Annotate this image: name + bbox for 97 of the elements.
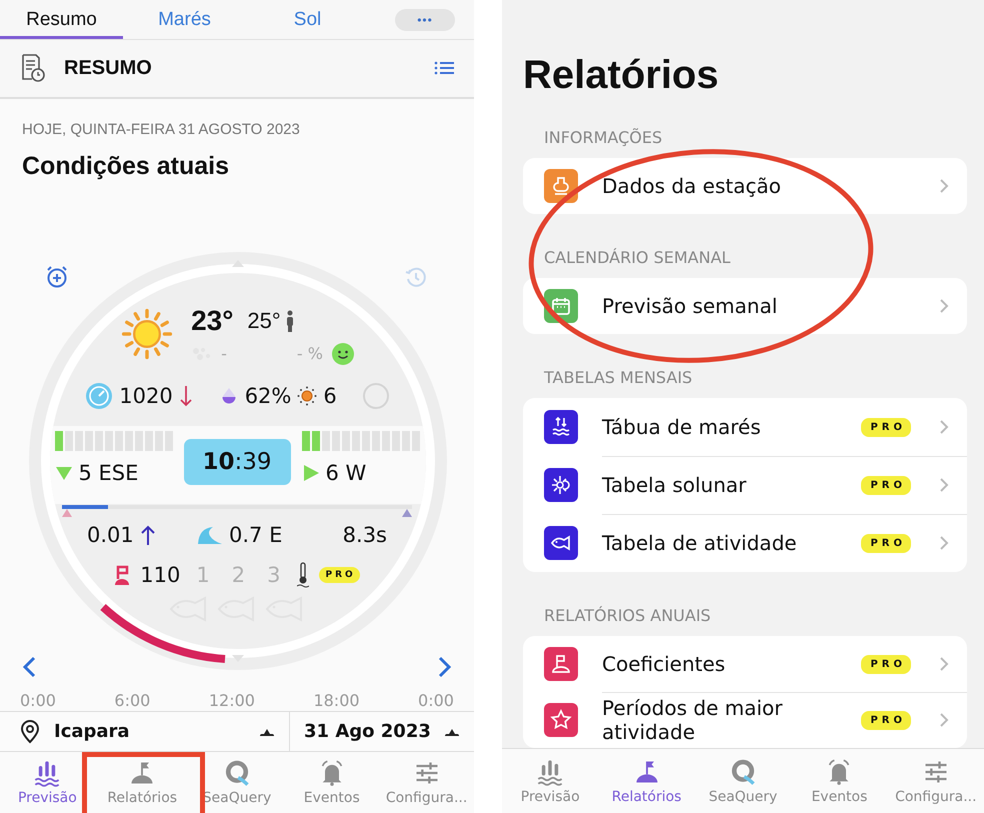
tab-bar-item[interactable]: Configura... bbox=[888, 749, 984, 813]
uv-sun-icon bbox=[297, 386, 318, 406]
swell-value: 0.7 E bbox=[229, 522, 282, 547]
swell-period: 8.3s bbox=[342, 522, 387, 547]
pressure-value: 1020 bbox=[119, 384, 173, 408]
current-time: 10:39 bbox=[184, 438, 290, 485]
time-axis-label: 18:00 bbox=[313, 690, 360, 711]
tab-bar-item[interactable]: Eventos bbox=[284, 752, 380, 813]
time-axis-label: 0:00 bbox=[418, 690, 454, 711]
chevron-right-icon bbox=[939, 419, 949, 435]
section-title: RESUMO bbox=[64, 56, 153, 80]
date-caption: HOJE, QUINTA-FEIRA 31 AGOSTO 2023 bbox=[22, 120, 301, 140]
tab-bar-item[interactable]: SeaQuery bbox=[190, 752, 284, 813]
coefficient-value: 110 bbox=[140, 562, 180, 587]
time-axis-label: 0:00 bbox=[20, 690, 56, 711]
ring-icon bbox=[729, 758, 758, 786]
report-label: Tabela de atividade bbox=[602, 531, 798, 555]
list-button[interactable] bbox=[434, 60, 454, 76]
tab[interactable]: Resumo bbox=[0, 0, 123, 39]
caret-icon bbox=[259, 726, 275, 737]
location-pin-icon bbox=[20, 720, 40, 744]
report-label: Coeficientes bbox=[602, 652, 726, 676]
gauge-icon bbox=[85, 382, 114, 410]
chevron-right-icon bbox=[939, 712, 949, 728]
section-header: TABELAS MENSAIS bbox=[543, 368, 694, 388]
activity-level: 3 bbox=[267, 562, 281, 587]
chevron-right-icon bbox=[939, 298, 949, 314]
wave-icon bbox=[197, 524, 223, 545]
report-label: Previsão semanal bbox=[602, 294, 778, 318]
bar-chart-icon bbox=[536, 758, 564, 786]
wind-reading: 6 W bbox=[326, 460, 366, 485]
tab-bar-item[interactable]: SeaQuery bbox=[694, 749, 792, 813]
section-header: RELATÓRIOS ANUAIS bbox=[543, 606, 712, 626]
report-label: Dados da estação bbox=[602, 174, 782, 198]
rain-value: - % bbox=[296, 344, 323, 364]
pro-badge: PRO bbox=[861, 418, 911, 436]
tab[interactable]: Marés bbox=[123, 0, 246, 39]
report-row[interactable]: Tabela de atividade PRO bbox=[523, 514, 967, 572]
tab-bar-item[interactable]: Configura... bbox=[379, 752, 474, 813]
date-selector[interactable]: 31 Ago 2023 bbox=[290, 712, 474, 752]
arrow-down-icon bbox=[178, 384, 193, 408]
chevron-right-icon bbox=[939, 535, 949, 551]
report-label: Tábua de marés bbox=[602, 415, 762, 439]
smiley-icon bbox=[330, 342, 355, 366]
thermometer-icon bbox=[296, 562, 309, 588]
tide-height: 0.01 bbox=[87, 522, 134, 547]
temperature: 23° bbox=[191, 304, 234, 337]
list-icon bbox=[434, 60, 454, 76]
card-title: Condições atuais bbox=[22, 150, 230, 182]
time-axis-label: 12:00 bbox=[208, 690, 255, 711]
tab[interactable]: Sol bbox=[246, 0, 369, 39]
cloud-value: - bbox=[221, 344, 227, 364]
page-title: Relatórios bbox=[523, 52, 720, 99]
report-row[interactable]: Tábua de marés PRO bbox=[523, 398, 967, 456]
chevron-right-icon bbox=[939, 178, 949, 194]
feels-like-temperature: 25° bbox=[247, 308, 281, 334]
arrow-up-icon bbox=[140, 524, 156, 546]
pro-badge: PRO bbox=[861, 654, 911, 674]
uv-value: 6 bbox=[323, 384, 337, 408]
buoy-icon bbox=[114, 564, 130, 585]
tab-bar-item[interactable]: Eventos bbox=[791, 749, 888, 813]
more-button[interactable]: ••• bbox=[395, 8, 455, 30]
report-row[interactable]: Dados da estação bbox=[523, 158, 967, 214]
report-label: Períodos de maior atividade bbox=[602, 696, 784, 744]
pro-badge: PRO bbox=[861, 710, 911, 730]
humidity-value: 62% bbox=[244, 384, 292, 408]
chevron-right-icon bbox=[939, 477, 949, 493]
activity-level: 2 bbox=[232, 562, 246, 587]
alarm-plus-icon bbox=[45, 264, 69, 289]
report-row[interactable]: Períodos de maior atividade PRO bbox=[523, 692, 967, 748]
tab-bar-item[interactable]: Previsão bbox=[0, 752, 95, 813]
pro-badge: PRO bbox=[861, 476, 911, 494]
time-axis-label: 6:00 bbox=[114, 690, 150, 711]
report-row[interactable]: Tabela solunar PRO bbox=[523, 456, 967, 514]
person-icon bbox=[284, 310, 295, 332]
caret-icon bbox=[444, 726, 460, 737]
circle-icon bbox=[362, 382, 389, 409]
triangle-marker-icon bbox=[402, 508, 412, 517]
activity-level: 1 bbox=[196, 562, 210, 587]
pro-badge: PRO bbox=[861, 534, 911, 552]
buoy-icon bbox=[549, 652, 573, 676]
bar-chart-icon bbox=[33, 759, 62, 788]
wind-reading: 5 ESE bbox=[78, 460, 138, 485]
section-header: INFORMAÇÕES bbox=[543, 128, 664, 148]
triangle-marker-icon bbox=[62, 508, 72, 517]
report-row[interactable]: Coeficientes PRO bbox=[523, 636, 967, 692]
tab-bar-item[interactable]: Relatórios bbox=[94, 752, 190, 813]
star-icon bbox=[549, 708, 573, 732]
alarm-add-button[interactable] bbox=[45, 264, 69, 289]
wind-arrow-icon bbox=[302, 464, 320, 482]
tab-bar-item[interactable]: Relatórios bbox=[598, 749, 695, 813]
tab-bar-item[interactable]: Previsão bbox=[502, 749, 598, 813]
section-header: CALENDÁRIO SEMANAL bbox=[543, 248, 732, 268]
report-row[interactable]: Previsão semanal bbox=[523, 278, 967, 334]
report-label: Tabela solunar bbox=[602, 473, 748, 497]
document-clock-icon bbox=[20, 53, 46, 84]
chevron-right-icon bbox=[939, 656, 949, 672]
